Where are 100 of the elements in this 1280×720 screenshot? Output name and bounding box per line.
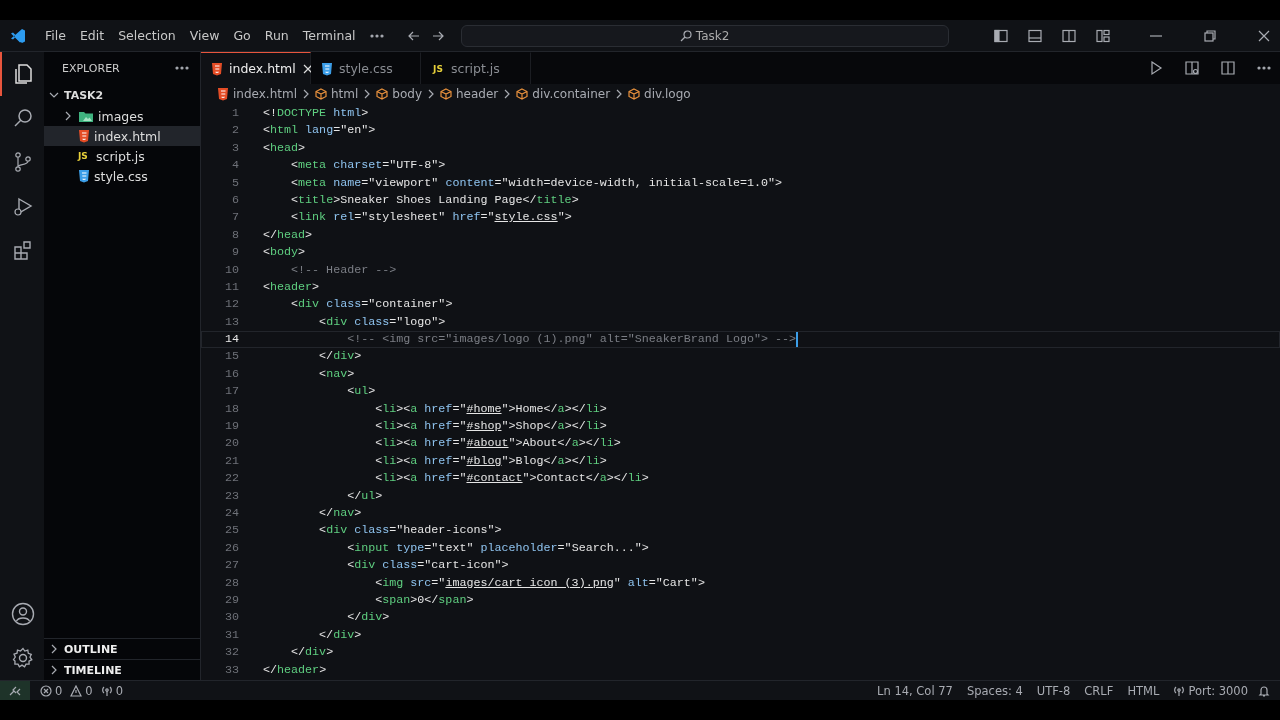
status-item[interactable]: Spaces: 4 (962, 683, 1027, 698)
code-line: </nav> (318, 505, 362, 522)
line-number: 32 (223, 644, 239, 662)
status-item[interactable]: Port: 3000 (1169, 683, 1252, 698)
status-item[interactable]: 0 (96, 683, 127, 698)
text-cursor (796, 332, 799, 348)
line-number: 25 (223, 522, 239, 540)
search-icon (679, 29, 692, 42)
code-link[interactable]: #blog (466, 452, 502, 471)
html-file-icon (217, 87, 229, 101)
code-line: <div class="container"> (290, 296, 453, 314)
menu-item[interactable]: Run (257, 25, 296, 46)
menu-item[interactable]: Terminal (295, 25, 363, 46)
file-tree-item[interactable]: index.html (44, 126, 200, 146)
status-item[interactable]: 0 (66, 683, 97, 698)
toggle-panel-icon[interactable] (1028, 28, 1042, 43)
css-file-icon (321, 61, 333, 76)
workspace-folder[interactable]: TASK2 (44, 84, 200, 106)
code-line: <head> (263, 139, 306, 157)
line-number: 27 (223, 557, 239, 575)
file-tree-item[interactable]: images (44, 106, 200, 126)
breadcrumb-item[interactable]: div.logo (628, 87, 691, 101)
close-tab-icon[interactable] (301, 62, 314, 75)
code-line: <nav> (318, 365, 355, 383)
code-line: </div> (318, 626, 362, 644)
file-tree-item[interactable]: style.css (44, 166, 200, 186)
menu-item[interactable]: Go (226, 25, 258, 46)
code-line: <li><a href="#shop">Shop</a></li> (374, 418, 607, 436)
code-line: <meta name="viewport" content="width=device-width, initial-scale=1.0"> (290, 174, 783, 192)
line-number: 7 (231, 209, 239, 227)
menu-item[interactable]: File (38, 25, 73, 46)
line-number: 4 (231, 157, 239, 175)
line-number: 5 (231, 174, 239, 192)
open-preview-icon[interactable] (1184, 60, 1200, 76)
code-link[interactable]: #shop (466, 418, 502, 436)
line-number: 12 (223, 296, 239, 314)
close-icon[interactable] (1256, 28, 1272, 43)
menu-item[interactable]: View (182, 25, 227, 46)
broadcast-icon (100, 684, 113, 697)
code-link[interactable]: images/cart icon (3).png (445, 574, 614, 592)
remote-icon (9, 684, 21, 697)
breadcrumb-item[interactable]: html (315, 87, 359, 101)
split-editor-icon[interactable] (1220, 60, 1236, 76)
breadcrumb-item[interactable]: div.container (516, 87, 611, 101)
status-item[interactable]: CRLF (1080, 683, 1118, 698)
breadcrumb-item[interactable]: body (376, 87, 422, 101)
code-line: <!DOCTYPE html> (263, 105, 369, 122)
code-line: <body> (263, 244, 306, 262)
line-number: 17 (223, 383, 239, 401)
broadcast-icon (1173, 684, 1186, 697)
element-icon (628, 88, 641, 100)
editor-tab[interactable]: style.css (311, 52, 421, 84)
notifications-bell-icon[interactable] (1258, 684, 1270, 697)
account-icon[interactable] (11, 602, 35, 626)
line-number: 23 (223, 487, 239, 505)
restore-icon[interactable] (1202, 28, 1218, 43)
line-number: 9 (231, 244, 239, 262)
code-link[interactable]: style.css (494, 209, 558, 227)
line-number: 6 (231, 191, 239, 209)
layout-icon[interactable] (1096, 28, 1110, 43)
run-icon[interactable] (1148, 60, 1164, 76)
status-item[interactable]: 0 (36, 683, 67, 698)
editor-tab[interactable]: index.html (201, 52, 311, 84)
js-file-label: JS (78, 151, 89, 161)
status-item[interactable]: HTML (1123, 683, 1164, 698)
remote-button[interactable] (0, 681, 30, 700)
status-item[interactable]: UTF-8 (1032, 683, 1075, 698)
code-link[interactable]: #home (466, 400, 502, 419)
line-number: 20 (223, 435, 239, 453)
settings-icon[interactable] (11, 646, 35, 670)
code-line: <!-- <img src="images/logo (1).png" alt="SneakerBrand Logo"> --> (346, 331, 799, 349)
code-line: </head> (263, 226, 313, 244)
line-number: 19 (223, 418, 239, 436)
command-search-field[interactable]: Task2 (460, 24, 949, 47)
code-line: <div class="logo"> (318, 313, 446, 331)
toggle-secondary-sidebar-icon[interactable] (1062, 28, 1076, 43)
line-number: 21 (223, 452, 239, 470)
status-item[interactable]: Ln 14, Col 77 (873, 683, 957, 698)
code-link[interactable]: #contact (466, 470, 523, 488)
menu-item[interactable]: Edit (72, 25, 112, 46)
code-line: <div class="cart-icon"> (346, 557, 509, 575)
element-icon (315, 88, 327, 100)
code-line: </div> (318, 348, 362, 366)
line-number: 24 (223, 505, 239, 522)
toggle-sidebar-icon[interactable] (994, 28, 1008, 43)
code-link[interactable]: #about (466, 435, 509, 453)
css-file-icon (78, 169, 90, 183)
panel-section-header[interactable]: OUTLINE (44, 638, 200, 659)
code-line: <meta charset="UTF-8"> (290, 157, 446, 175)
element-icon (516, 88, 529, 100)
menu-item[interactable]: Selection (111, 25, 183, 46)
line-number: 1 (231, 105, 239, 122)
code-line: </header> (263, 661, 327, 679)
extensions-icon (12, 239, 34, 261)
line-number: 15 (223, 348, 239, 366)
breadcrumb-item[interactable]: header (440, 87, 499, 101)
breadcrumb-item[interactable]: index.html (217, 87, 297, 101)
file-tree-item[interactable]: JS script.js (44, 146, 200, 166)
line-number: 31 (223, 626, 239, 644)
line-number: 14 (223, 331, 239, 349)
